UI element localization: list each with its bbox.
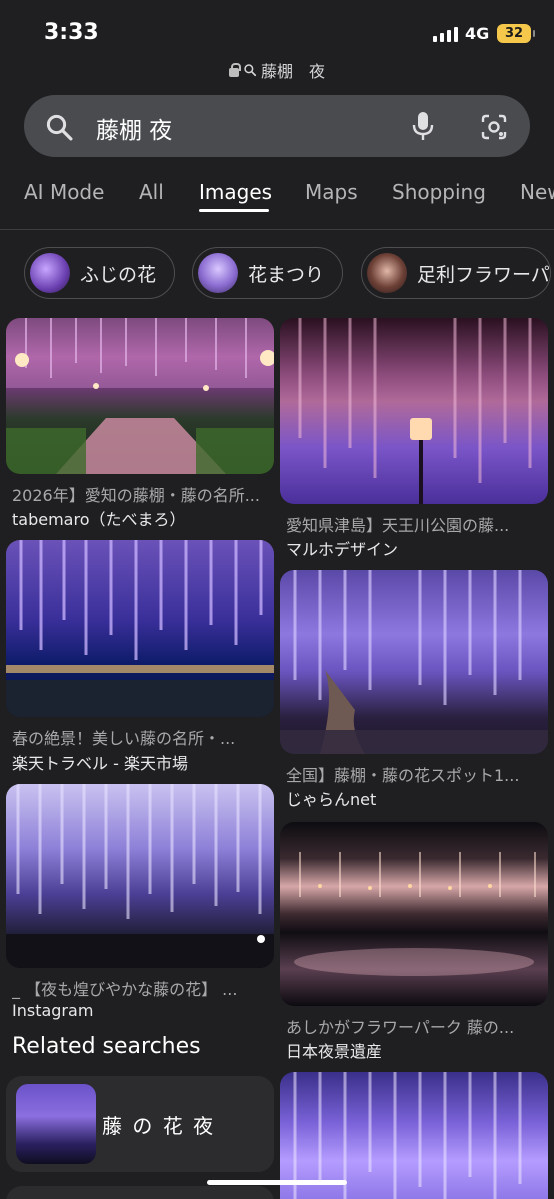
chip-thumbnail [367,253,407,293]
suggestion-chips: ふじの花 花まつり 足利フラワーパ [0,247,554,299]
chip-thumbnail [30,253,70,293]
camera-lens-icon[interactable] [479,112,509,142]
chip-label: 花まつり [248,263,325,286]
network-type: 4G [465,24,490,43]
result-image-5[interactable] [6,784,274,968]
url-bar[interactable]: 藤棚 夜 [0,58,554,82]
wisteria-illustration [6,318,274,474]
result-source: 楽天トラベル - 楽天市場 [12,754,188,773]
result-image-2[interactable] [280,318,548,504]
result-title[interactable]: 春の絶景！美しい藤の名所・... [12,725,270,749]
result-source: Instagram [12,1001,94,1020]
related-thumbnail [16,1084,96,1164]
url-text: 藤棚 夜 [260,62,325,81]
result-title[interactable]: 全国】藤棚・藤の花スポット1... [286,762,544,786]
signal-icon [433,26,458,42]
chip-label: ふじの花 [80,263,157,286]
result-title[interactable]: あしかがフラワーパーク 藤の... [286,1014,544,1038]
chip-hana-matsuri[interactable]: 花まつり [192,247,344,299]
result-source: マルホデザイン [286,540,399,559]
chip-label: 足利フラワーパ [417,263,550,286]
battery-icon: 32 [497,24,535,43]
related-search-item[interactable]: 藤 の 花 夜 [6,1076,274,1172]
lock-icon [228,62,241,77]
wisteria-illustration [294,852,536,976]
search-icon[interactable] [44,112,74,142]
search-box[interactable]: 藤棚 夜 [24,95,530,157]
chip-fuji-no-hana[interactable]: ふじの花 [24,247,176,299]
result-image-3[interactable] [6,540,274,717]
result-source: tabemaro（たべまろ） [12,510,186,529]
tab-all[interactable]: All [139,180,164,204]
result-image-6[interactable] [280,822,548,1006]
related-search-item-partial[interactable] [6,1186,274,1199]
wisteria-illustration [298,318,532,504]
tab-maps[interactable]: Maps [305,180,358,204]
wisteria-illustration [6,784,274,968]
result-image-1[interactable] [6,318,274,474]
chip-ashikaga-flower-park[interactable]: 足利フラワーパ [361,247,551,299]
result-source: じゃらんnet [286,790,377,809]
chip-thumbnail [198,253,238,293]
result-source: 日本夜景遺産 [286,1042,383,1061]
search-small-icon [244,64,257,77]
active-tab-indicator [199,209,269,212]
related-searches-heading: Related searches [12,1034,201,1059]
wisteria-illustration [6,540,274,717]
result-title[interactable]: 愛知県津島】天王川公園の藤... [286,512,544,536]
result-image-4[interactable] [280,570,548,754]
microphone-icon[interactable] [410,110,436,142]
clock: 3:33 [44,20,99,45]
tab-news[interactable]: New [520,180,554,204]
tab-images[interactable]: Images [199,180,272,204]
status-bar: 3:33 4G 32 [0,0,554,60]
tab-shopping[interactable]: Shopping [392,180,486,204]
related-search-label: 藤 の 花 夜 [102,1114,216,1138]
home-indicator[interactable] [207,1180,347,1185]
wisteria-illustration [280,570,548,754]
search-tabs: AI Mode All Images Maps Shopping New [0,172,554,230]
result-title[interactable]: 2026年】愛知の藤棚・藤の名所... [12,482,270,506]
result-title[interactable]: _ 【夜も煌びやかな藤の花】 ... [12,976,270,1000]
search-input[interactable]: 藤棚 夜 [96,111,172,145]
tab-ai-mode[interactable]: AI Mode [24,180,104,204]
